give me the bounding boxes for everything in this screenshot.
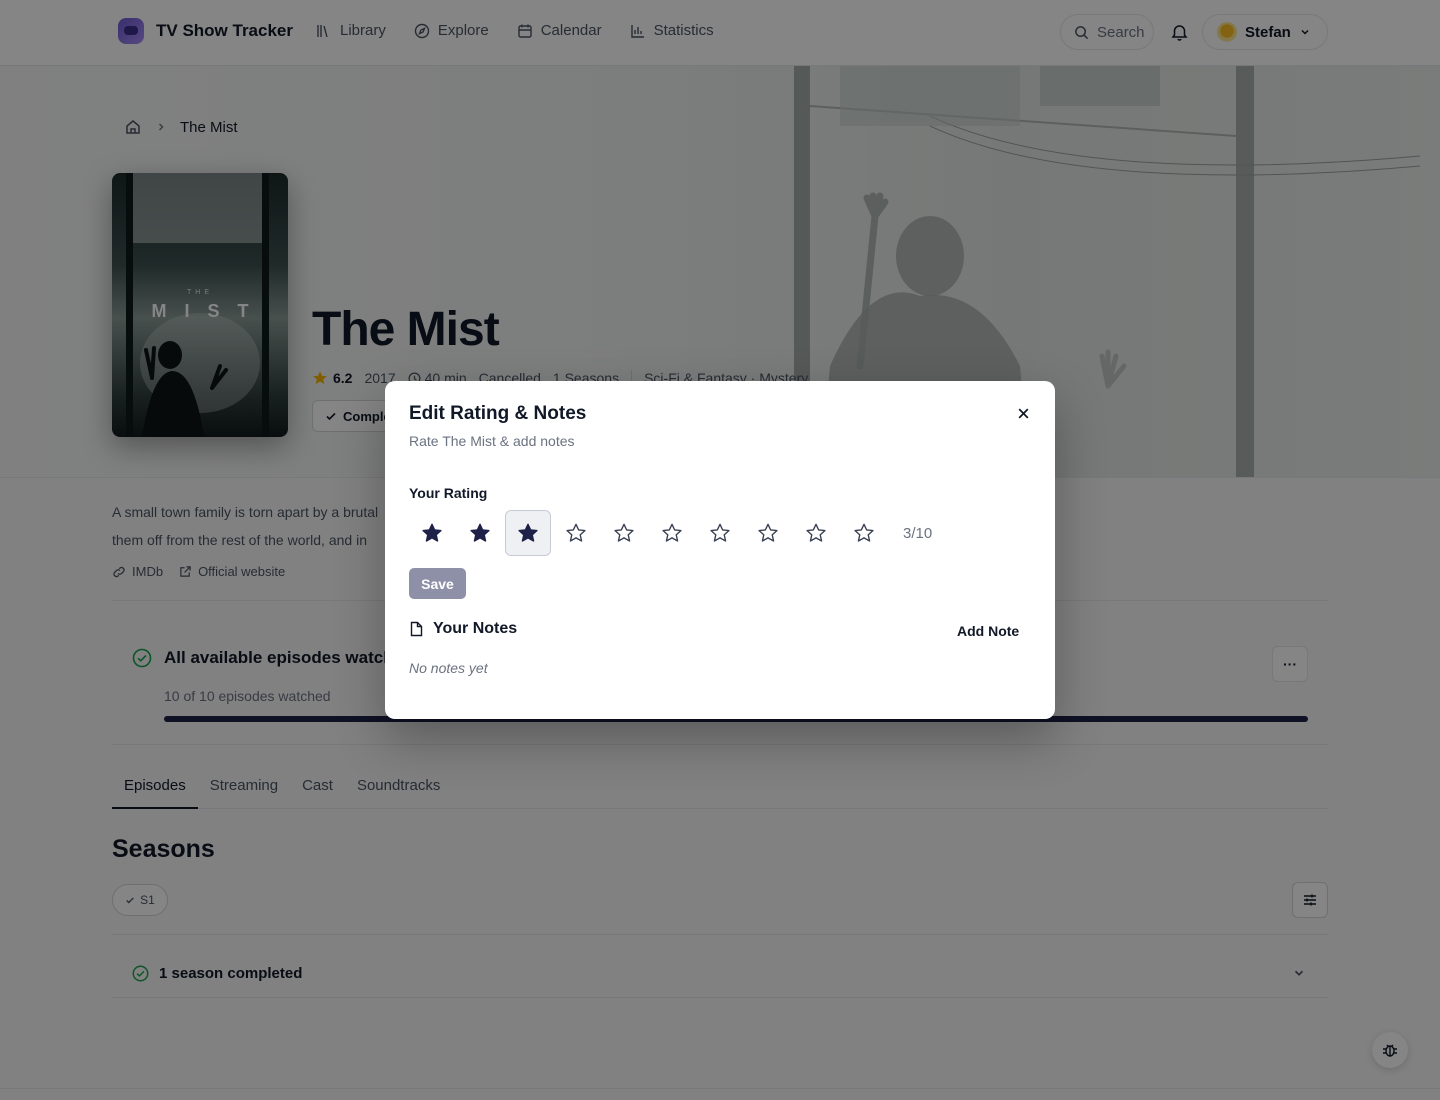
- star-outline-icon: [566, 523, 586, 542]
- star-2-button[interactable]: [457, 510, 503, 556]
- star-outline-icon: [806, 523, 826, 542]
- star-filled-icon: [470, 523, 490, 542]
- file-icon: [410, 621, 423, 637]
- star-filled-icon: [518, 523, 538, 542]
- rating-label: Your Rating: [409, 485, 488, 501]
- close-icon: [1018, 408, 1028, 418]
- star-9-button[interactable]: [793, 510, 839, 556]
- close-button[interactable]: [1013, 403, 1033, 423]
- star-outline-icon: [614, 523, 634, 542]
- star-outline-icon: [758, 523, 778, 542]
- star-outline-icon: [710, 523, 730, 542]
- star-outline-icon: [662, 523, 682, 542]
- star-7-button[interactable]: [697, 510, 743, 556]
- star-8-button[interactable]: [745, 510, 791, 556]
- star-5-button[interactable]: [601, 510, 647, 556]
- edit-rating-dialog: Edit Rating & Notes Rate The Mist & add …: [385, 381, 1055, 719]
- add-note-button[interactable]: Add Note: [957, 623, 1019, 639]
- notes-heading: Your Notes: [409, 620, 517, 638]
- save-button[interactable]: Save: [409, 568, 466, 599]
- star-filled-icon: [422, 523, 442, 542]
- star-outline-icon: [854, 523, 874, 542]
- rating-value-text: 3/10: [903, 524, 933, 542]
- dialog-subtitle: Rate The Mist & add notes: [409, 433, 575, 449]
- empty-notes-text: No notes yet: [409, 660, 488, 676]
- notes-title: Your Notes: [433, 620, 518, 637]
- star-3-button[interactable]: [505, 510, 551, 556]
- star-1-button[interactable]: [409, 510, 455, 556]
- star-4-button[interactable]: [553, 510, 599, 556]
- star-10-button[interactable]: [841, 510, 887, 556]
- star-rating: 3/10: [409, 510, 932, 556]
- star-6-button[interactable]: [649, 510, 695, 556]
- dialog-title: Edit Rating & Notes: [409, 403, 587, 424]
